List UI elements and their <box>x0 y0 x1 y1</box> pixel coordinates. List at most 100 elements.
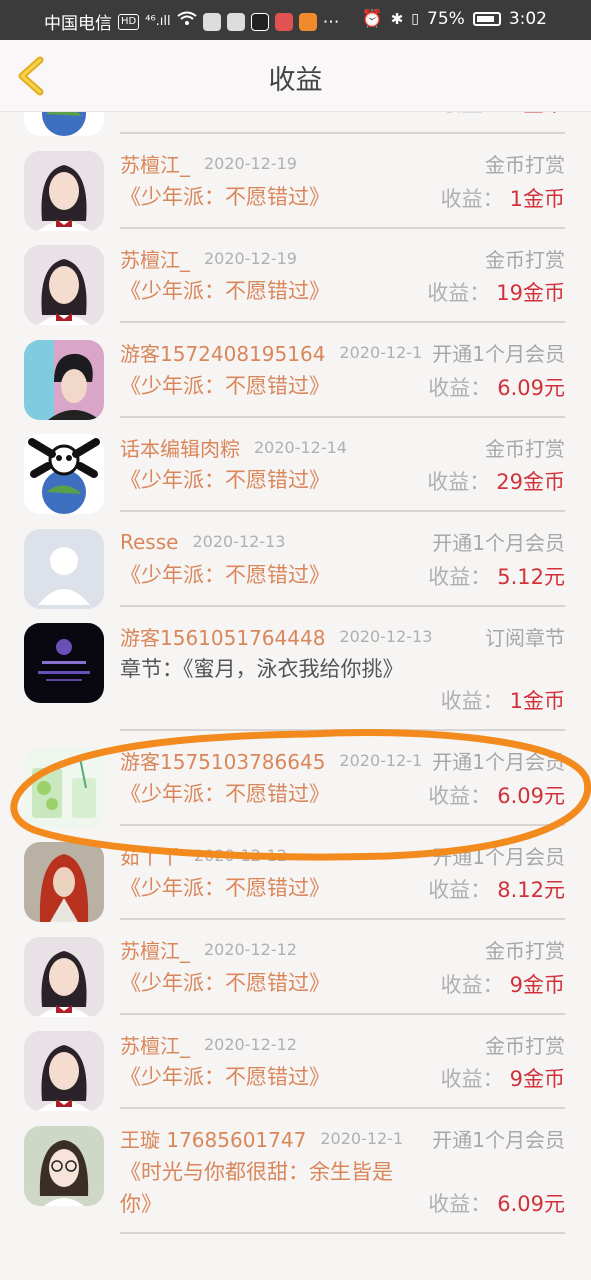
user-avatar[interactable] <box>24 150 104 231</box>
record-type: 开通1个月会员 <box>430 338 565 367</box>
income-amount: 收益： 8.12元 <box>428 874 565 904</box>
app-icon <box>226 12 245 31</box>
record-type: 金币打赏 <box>483 935 565 964</box>
income-label: 收益： <box>428 375 492 400</box>
record-type: 开通1个月会员 <box>430 1124 565 1153</box>
income-value: 29金币 <box>496 470 565 494</box>
income-label: 收益： <box>428 564 492 589</box>
more-icon: ⋯ <box>322 11 340 32</box>
user-avatar[interactable] <box>24 339 104 420</box>
user-avatar[interactable] <box>24 434 104 514</box>
row-divider <box>120 1012 565 1015</box>
user-name[interactable]: 王璇 17685601747 <box>120 1124 306 1153</box>
book-title[interactable]: 《少年派：不愿错过》 <box>120 181 420 213</box>
income-value: 1金币 <box>509 689 565 713</box>
record-date: 2020-12-19 <box>204 248 297 268</box>
income-label: 收益： <box>428 878 492 902</box>
user-name[interactable]: 游客1572408195164 <box>120 338 325 367</box>
record-date: 2020-12-14 <box>254 437 347 457</box>
row-divider <box>120 132 565 134</box>
record-date: 2020-12-13 <box>192 532 286 551</box>
row-divider <box>120 226 565 229</box>
book-title[interactable]: 章节：《蜜月，泳衣我给你挑》 <box>120 653 420 685</box>
status-bar: 中国电信 HD ⁴⁶.ıll ⋯ ⏰ ✱ ▯ 75% 3:02 <box>0 0 591 40</box>
income-label: 收益： <box>427 470 491 494</box>
record-date: 2020-12-19 <box>204 154 297 173</box>
income-label: 收益： <box>428 1191 492 1216</box>
user-avatar[interactable] <box>24 1031 104 1111</box>
user-avatar[interactable] <box>24 528 104 609</box>
book-title[interactable]: 《少年派：不愿错过》 <box>120 872 420 904</box>
user-avatar[interactable] <box>24 245 104 325</box>
income-amount: 收益：9金币 <box>441 1063 565 1093</box>
record-type: 订阅章节 <box>483 621 565 651</box>
user-name[interactable]: 苏檀江_ <box>120 244 190 273</box>
income-amount: 收益： 6.09元 <box>428 372 565 402</box>
book-title[interactable]: 《少年派：不愿错过》 <box>120 370 420 402</box>
income-amount: 收益： 1金币 <box>441 685 565 715</box>
play-app-icon <box>298 12 317 31</box>
record-date: 2020-12-13 <box>339 626 433 646</box>
income-label: 收益： <box>427 281 491 305</box>
income-amount: 收益： 6.09元 <box>428 1188 565 1218</box>
income-label: 收益： <box>440 1067 504 1091</box>
record-date: 2020-12-12 <box>204 940 297 959</box>
tiktok-icon <box>250 12 269 31</box>
book-title[interactable]: 《时光与你都很甜：余生皆是你》 <box>120 1156 420 1220</box>
record-date: 2020-12-1 <box>339 343 423 362</box>
user-avatar[interactable] <box>24 623 104 703</box>
record-type: 金币打赏 <box>483 432 565 462</box>
income-label: 收益： <box>440 689 504 713</box>
income-value: 8.12元 <box>497 878 565 902</box>
income-amount: 收益： 19金币 <box>427 277 565 307</box>
row-divider <box>120 510 565 512</box>
book-title[interactable]: 《少年派：不愿错过》 <box>120 967 420 999</box>
user-name[interactable]: 苏檀江_ <box>120 935 190 964</box>
user-avatar[interactable] <box>24 1125 104 1206</box>
book-title[interactable]: 《少年派：不愿错过》 <box>120 275 420 307</box>
row-divider <box>120 1231 565 1234</box>
battery-icon <box>472 12 501 26</box>
vibrate-icon: ▯ <box>411 11 420 27</box>
book-title[interactable]: 《少年派：不愿错过》 <box>120 112 420 118</box>
user-name[interactable]: 苏檀江_ <box>120 1030 190 1059</box>
row-divider <box>120 1107 565 1109</box>
alarm-icon: ⏰ <box>361 9 383 29</box>
user-name[interactable]: Resse <box>120 530 178 554</box>
book-title[interactable]: 《少年派：不愿错过》 <box>120 1061 420 1093</box>
user-name[interactable]: 游客1561051764448 <box>120 622 325 651</box>
hd-icon: HD <box>118 13 140 30</box>
book-title[interactable]: 《少年派：不愿错过》 <box>120 464 420 496</box>
nav-header: 收益 <box>0 40 591 112</box>
book-app-icon <box>274 12 293 31</box>
user-avatar[interactable] <box>24 112 104 136</box>
row-divider <box>120 604 565 607</box>
app-icon <box>202 12 221 31</box>
record-type: 金币打赏 <box>483 1029 565 1059</box>
record-type: 金币打赏 <box>483 149 565 178</box>
income-amount: 收益：9金币 <box>441 112 565 118</box>
record-date: 2020-12-12 <box>204 1034 297 1054</box>
income-value: 9金币 <box>509 972 565 997</box>
income-value: 5.12元 <box>497 564 565 589</box>
page-title: 收益 <box>268 65 323 96</box>
record-type: 金币打赏 <box>483 243 565 273</box>
income-amount: 收益：9金币 <box>441 969 565 999</box>
row-divider <box>120 321 565 323</box>
record-date: 2020-12-1 <box>320 1129 404 1148</box>
wifi-icon <box>177 11 197 32</box>
record-type: 开通1个月会员 <box>430 527 565 556</box>
book-title[interactable]: 《少年派：不愿错过》 <box>120 559 420 591</box>
user-avatar[interactable] <box>24 936 104 1017</box>
user-name[interactable]: 话本编辑肉粽 <box>120 433 240 462</box>
user-name[interactable]: 苏檀江_ <box>120 149 190 178</box>
income-value: 1金币 <box>509 186 565 211</box>
income-label: 收益： <box>440 972 504 997</box>
income-label: 收益： <box>440 186 504 211</box>
income-amount: 收益： 1金币 <box>441 183 565 213</box>
income-list: 话本编辑肉粽2020-12-21金币打赏《少年派：不愿错过》收益：9金币苏檀江_… <box>0 112 591 1280</box>
income-value: 19金币 <box>496 281 565 305</box>
income-amount: 收益： 5.12元 <box>428 561 565 591</box>
income-value: 6.09元 <box>497 1191 565 1216</box>
row-divider <box>120 415 565 418</box>
